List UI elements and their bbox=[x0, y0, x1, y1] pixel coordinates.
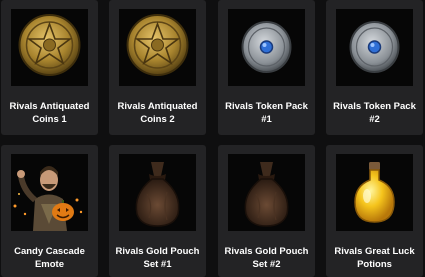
item-label: Rivals Token Pack #1 bbox=[225, 101, 308, 125]
item-card-antiquated-coins-1[interactable]: Rivals Antiquated Coins 1 bbox=[1, 0, 98, 135]
silver-token-icon bbox=[336, 9, 413, 86]
item-card-gold-pouch-1[interactable]: Rivals Gold Pouch Set #1 bbox=[109, 145, 206, 277]
item-card-gold-pouch-2[interactable]: Rivals Gold Pouch Set #2 bbox=[218, 145, 315, 277]
item-label: Rivals Great Luck Potions bbox=[334, 246, 415, 270]
item-card-great-luck-potions[interactable]: Rivals Great Luck Potions bbox=[326, 145, 423, 277]
potion-flask-icon bbox=[336, 154, 413, 231]
item-card-antiquated-coins-2[interactable]: Rivals Antiquated Coins 2 bbox=[109, 0, 206, 135]
emote-character-icon bbox=[11, 154, 88, 231]
item-label: Rivals Gold Pouch Set #2 bbox=[224, 246, 309, 270]
gold-coin-icon bbox=[11, 9, 88, 86]
item-label: Candy Cascade Emote bbox=[14, 246, 85, 270]
item-label: Rivals Antiquated Coins 2 bbox=[117, 101, 198, 125]
item-card-token-pack-2[interactable]: Rivals Token Pack #2 bbox=[326, 0, 423, 135]
gold-pouch-icon bbox=[228, 154, 305, 231]
item-card-token-pack-1[interactable]: Rivals Token Pack #1 bbox=[218, 0, 315, 135]
gold-pouch-icon bbox=[119, 154, 196, 231]
item-card-candy-cascade-emote[interactable]: Candy Cascade Emote bbox=[1, 145, 98, 277]
item-label: Rivals Token Pack #2 bbox=[333, 101, 416, 125]
gold-coin-icon bbox=[119, 9, 196, 86]
item-label: Rivals Gold Pouch Set #1 bbox=[115, 246, 200, 270]
item-label: Rivals Antiquated Coins 1 bbox=[9, 101, 90, 125]
silver-token-icon bbox=[228, 9, 305, 86]
